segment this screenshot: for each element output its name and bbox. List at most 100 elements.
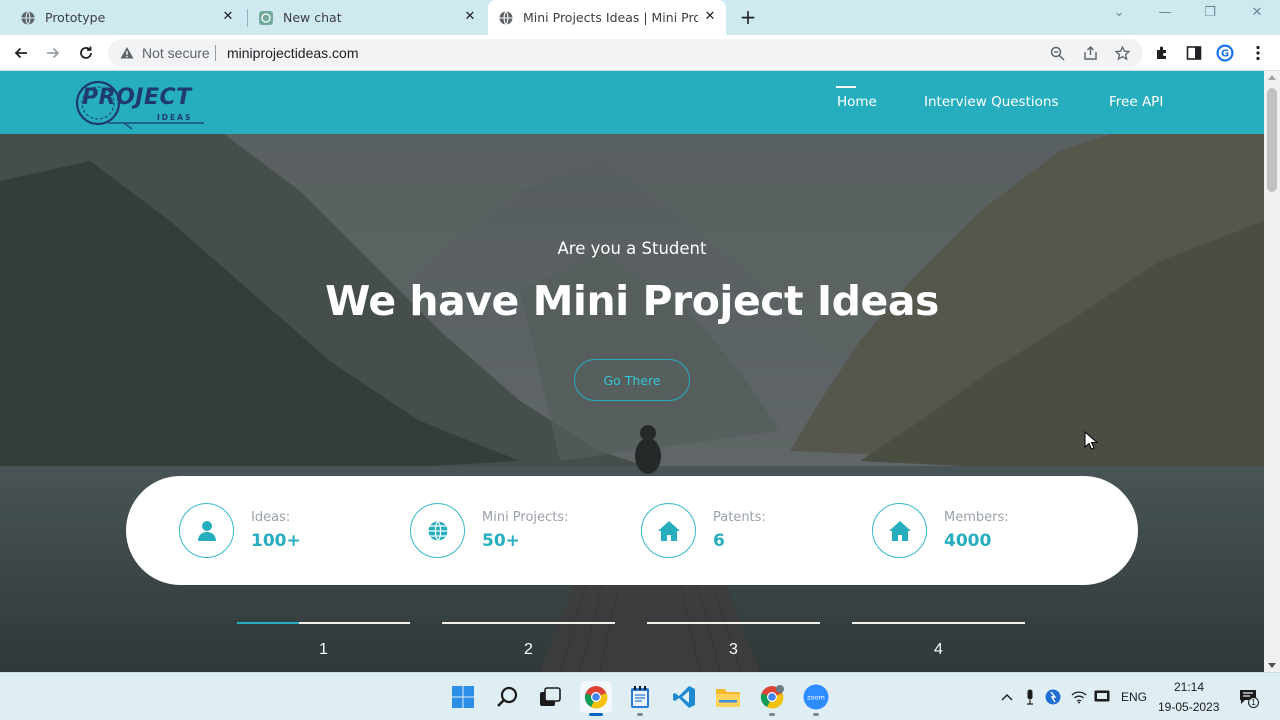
star-icon[interactable]	[1114, 45, 1130, 61]
tab-title: Prototype	[45, 10, 106, 25]
stat-label: Members:	[944, 510, 1009, 525]
browser-toolbar: Not secure miniprojectideas.com G	[0, 35, 1280, 71]
close-icon[interactable]: ✕	[220, 9, 236, 25]
slide-number[interactable]: 2	[442, 641, 615, 659]
close-window-button[interactable]: ✕	[1245, 5, 1269, 20]
notification-icon[interactable]: 1	[1238, 688, 1259, 708]
slide-indicator-2[interactable]	[442, 622, 615, 624]
clock-date[interactable]: 19-05-2023	[1158, 700, 1219, 714]
chevron-up-icon[interactable]	[998, 688, 1016, 706]
vscode-app[interactable]	[668, 681, 700, 713]
profile-avatar[interactable]: G	[1216, 44, 1234, 62]
globe-icon	[498, 10, 514, 26]
back-button[interactable]	[11, 43, 31, 63]
running-indicator	[769, 713, 775, 716]
security-label[interactable]: Not secure	[142, 45, 210, 61]
nav-interview-questions[interactable]: Interview Questions	[924, 94, 1058, 110]
microphone-icon[interactable]	[1021, 688, 1039, 706]
chrome-icon	[584, 686, 608, 709]
arrow-left-icon	[14, 47, 27, 59]
hero-section: PROJECT IDEAS Home Interview Questions F…	[0, 71, 1264, 672]
scrollbar-thumb[interactable]	[1267, 88, 1277, 192]
running-indicator	[637, 713, 643, 716]
slide-indicator-4[interactable]	[852, 622, 1025, 624]
slide-indicator-3[interactable]	[647, 622, 820, 624]
reload-icon	[80, 46, 92, 59]
notepad-app[interactable]	[624, 681, 656, 716]
nav-free-api[interactable]: Free API	[1109, 94, 1163, 110]
go-there-button[interactable]: Go There	[574, 359, 690, 401]
tab-separator	[247, 9, 248, 27]
slide-number[interactable]: 4	[852, 641, 1025, 659]
hero-title: We have Mini Project Ideas	[325, 277, 939, 325]
tab-new-chat[interactable]: New chat ✕	[250, 0, 486, 35]
warning-icon[interactable]	[120, 45, 134, 64]
tab-title: New chat	[283, 10, 342, 25]
tab-mini-projects[interactable]: Mini Projects Ideas | Mini Project ✕	[488, 0, 726, 35]
chrome-profile-app[interactable]	[756, 681, 788, 716]
task-view-icon[interactable]	[534, 681, 566, 713]
folder-icon	[716, 689, 740, 707]
tab-search-icon[interactable]: ⌄	[1107, 5, 1131, 20]
scroll-down-arrow-icon[interactable]	[1268, 663, 1276, 668]
slide-indicator-1[interactable]	[237, 622, 410, 624]
share-icon[interactable]	[1082, 45, 1098, 61]
wifi-icon[interactable]	[1070, 688, 1088, 706]
stat-label: Mini Projects:	[482, 510, 569, 525]
app-tray-icon[interactable]	[1044, 688, 1062, 706]
tab-title: Mini Projects Ideas | Mini Project	[523, 10, 698, 25]
site-logo[interactable]: PROJECT IDEAS	[74, 77, 214, 130]
notification-count: 1	[1248, 697, 1259, 708]
page-viewport: PROJECT IDEAS Home Interview Questions F…	[0, 71, 1264, 672]
new-tab-button[interactable]: +	[738, 7, 758, 27]
chrome-app-active[interactable]	[580, 681, 612, 716]
windows-start-icon[interactable]	[447, 681, 479, 713]
stat-value: 100+	[251, 531, 301, 551]
chrome-icon	[760, 685, 784, 709]
globe-icon	[20, 10, 36, 26]
slide-number[interactable]: 1	[237, 641, 410, 659]
browser-tab-strip: Prototype ✕ New chat ✕ Mini Projects Ide…	[0, 0, 1280, 35]
user-icon	[179, 503, 234, 558]
stat-value: 6	[713, 531, 725, 551]
address-divider	[215, 45, 216, 61]
zoom-icon[interactable]	[1049, 45, 1065, 61]
svg-text:zoom: zoom	[807, 694, 825, 702]
zoom-app[interactable]: zoom	[800, 681, 832, 716]
home-icon	[872, 503, 927, 558]
address-bar[interactable]: Not secure miniprojectideas.com	[108, 39, 1143, 67]
home-icon	[641, 503, 696, 558]
svg-text:G: G	[1221, 49, 1229, 60]
globe-icon	[410, 503, 465, 558]
search-icon[interactable]	[492, 681, 524, 713]
side-panel-icon[interactable]	[1185, 44, 1203, 62]
hero-subtitle: Are you a Student	[557, 239, 707, 258]
clock-time[interactable]: 21:14	[1174, 680, 1204, 694]
tab-prototype[interactable]: Prototype ✕	[12, 0, 244, 35]
forward-button[interactable]	[43, 43, 63, 63]
slide-number[interactable]: 3	[647, 641, 820, 659]
slide-progress	[237, 622, 300, 624]
file-explorer-app[interactable]	[712, 681, 744, 713]
restore-button[interactable]: ❐	[1198, 5, 1222, 20]
mouse-cursor-icon	[1084, 430, 1099, 455]
nav-home[interactable]: Home	[837, 94, 877, 110]
menu-kebab-icon[interactable]	[1249, 44, 1267, 62]
chatgpt-icon	[258, 10, 274, 26]
stats-card: Ideas: 100+ Mini Projects: 50+ Patents: …	[126, 476, 1138, 585]
site-header: PROJECT IDEAS Home Interview Questions F…	[0, 71, 1264, 134]
url-text[interactable]: miniprojectideas.com	[227, 45, 359, 61]
minimize-button[interactable]: —	[1153, 5, 1177, 20]
extensions-icon[interactable]	[1153, 44, 1171, 62]
page-scrollbar[interactable]	[1264, 71, 1280, 672]
scroll-up-arrow-icon[interactable]	[1268, 75, 1276, 80]
logo-text: PROJECT	[82, 85, 192, 110]
display-icon[interactable]	[1093, 688, 1111, 706]
close-icon[interactable]: ✕	[462, 9, 478, 25]
language-indicator[interactable]: ENG	[1121, 690, 1147, 704]
running-indicator	[813, 713, 819, 716]
arrow-right-icon	[47, 47, 60, 59]
active-indicator	[589, 713, 603, 716]
reload-button[interactable]	[76, 43, 96, 63]
close-icon[interactable]: ✕	[702, 9, 718, 25]
